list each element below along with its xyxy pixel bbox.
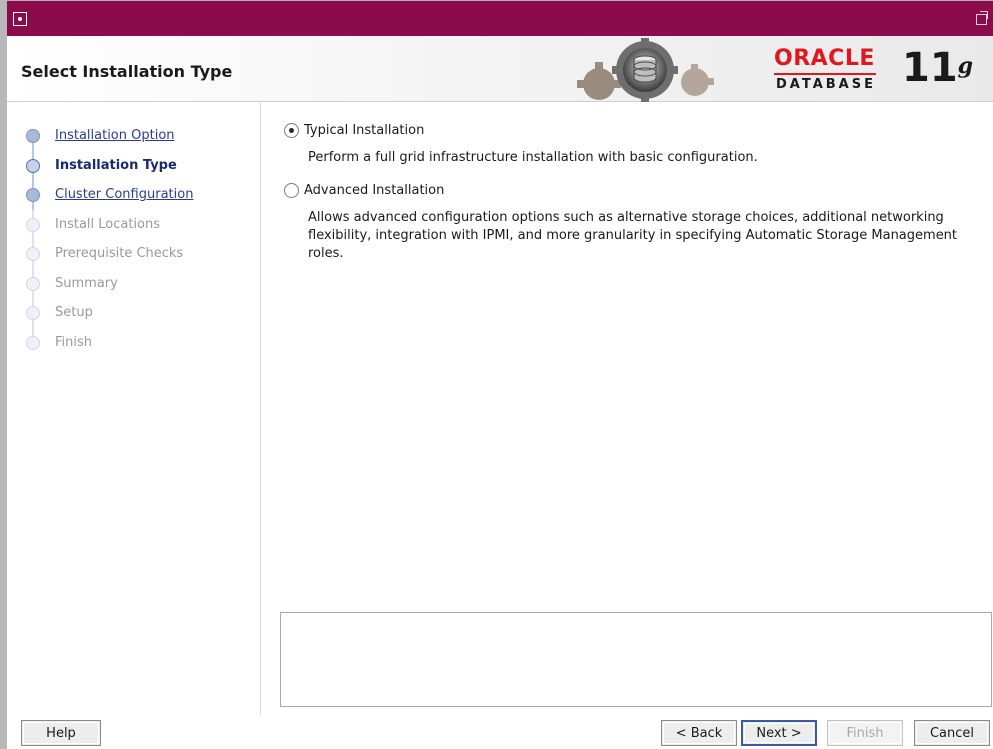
version-mark: 11g [902,45,974,91]
window-titlebar[interactable] [7,0,993,36]
oracle-database-logo: ORACLE DATABASE 11g [762,44,992,96]
back-button[interactable]: < Back [661,720,737,746]
advanced-installation-label[interactable]: Advanced Installation [304,183,444,198]
typical-installation-radio[interactable] [284,123,299,138]
logo-underline [774,73,876,75]
typical-installation-option[interactable]: Typical Installation [284,123,424,138]
gears-database-graphic [577,38,714,102]
advanced-installation-description: Allows advanced configuration options su… [308,210,958,261]
message-pane [280,612,992,707]
step-pending-icon [19,298,47,328]
step-install-locations: Install Locations [19,209,193,239]
step-cluster-configuration[interactable]: Cluster Configuration [19,180,193,210]
advanced-installation-option[interactable]: Advanced Installation [284,183,444,198]
step-label: Install Locations [55,216,161,232]
step-prerequisite-checks: Prerequisite Checks [19,239,193,269]
button-bar: Help < Back Next > Finish Cancel [7,715,993,749]
step-pending-icon [19,268,47,298]
cancel-button[interactable]: Cancel [914,720,990,746]
step-pending-icon [19,327,47,358]
step-label: Setup [55,305,93,321]
next-button[interactable]: Next > [741,720,817,746]
main-content: Typical Installation Perform a full grid… [272,103,993,715]
step-installation-option[interactable]: Installation Option [19,121,193,151]
finish-button: Finish [827,720,903,746]
step-label[interactable]: Cluster Configuration [55,187,193,202]
step-pending-icon [19,239,47,269]
step-setup: Setup [19,298,193,328]
step-list: Installation Option Installation Type Cl… [19,121,193,357]
step-done-icon [19,121,47,151]
steps-sidebar: Installation Option Installation Type Cl… [7,103,261,715]
oracle-wordmark: ORACLE [774,46,875,71]
step-current-icon [19,150,47,180]
step-label: Finish [55,334,93,350]
installer-window: Select Installation Type ORACLE DATABASE… [0,0,993,749]
step-installation-type: Installation Type [19,150,193,180]
step-finish: Finish [19,327,193,358]
help-button[interactable]: Help [21,720,101,746]
advanced-installation-radio[interactable] [284,183,299,198]
step-label[interactable]: Installation Option [55,128,175,143]
step-done-icon [19,180,47,210]
typical-installation-label[interactable]: Typical Installation [304,123,424,138]
database-wordmark: DATABASE [776,77,876,92]
step-summary: Summary [19,268,193,298]
step-label: Installation Type [55,157,177,173]
step-pending-icon [19,209,47,239]
typical-installation-description: Perform a full grid infrastructure insta… [308,150,758,165]
page-title: Select Installation Type [21,62,233,81]
maximize-icon[interactable] [976,11,988,25]
step-label: Prerequisite Checks [55,246,184,262]
page-header: Select Installation Type ORACLE DATABASE… [7,36,993,102]
step-label: Summary [55,275,118,291]
window-menu-icon[interactable] [13,12,27,26]
